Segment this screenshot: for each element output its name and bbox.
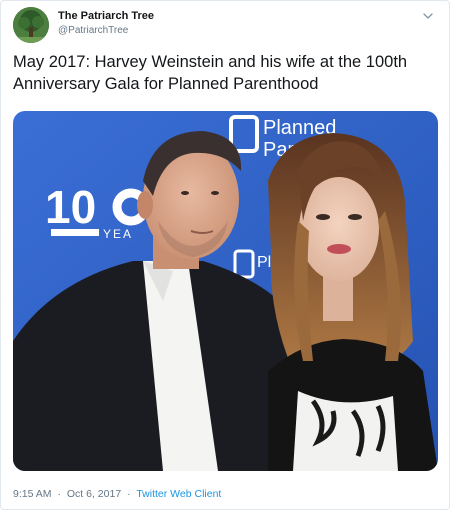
author-name[interactable]: The Patriarch Tree — [58, 10, 154, 22]
tweet-card: The Patriarch Tree @PatriarchTree May 20… — [0, 0, 450, 510]
tree-avatar-icon — [13, 7, 49, 43]
tweet-text: May 2017: Harvey Weinstein and his wife … — [13, 53, 408, 93]
tweet-menu-button[interactable] — [421, 9, 435, 23]
backdrop-small-text: YEA — [103, 227, 133, 241]
tweet-date[interactable]: Oct 6, 2017 — [67, 488, 121, 500]
backdrop-repeat-logo: Pl — [257, 254, 271, 271]
chevron-down-icon — [423, 13, 433, 19]
author-handle[interactable]: @PatriarchTree — [58, 25, 128, 36]
tweet-client-link[interactable]: Twitter Web Client — [136, 488, 221, 500]
meta-separator: · — [127, 488, 131, 500]
tweet-meta: 9:15 AM · Oct 6, 2017 · Twitter Web Clie… — [13, 488, 221, 500]
tweet-time[interactable]: 9:15 AM — [13, 488, 52, 500]
meta-separator: · — [57, 488, 61, 500]
author-avatar[interactable] — [13, 7, 49, 43]
backdrop-big-number: 10 — [45, 181, 96, 233]
tweet-photo[interactable]: Planned Parent 10 YEA Pl — [13, 111, 438, 471]
photo-image: Planned Parent 10 YEA Pl — [13, 111, 438, 471]
